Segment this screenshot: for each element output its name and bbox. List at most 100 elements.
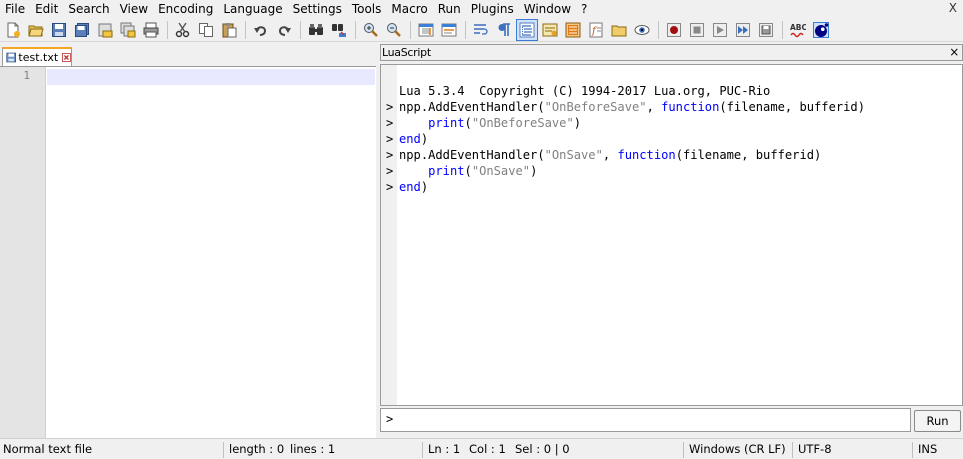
menu-plugins[interactable]: Plugins — [466, 0, 519, 18]
console-line: > npp.AddEventHandler("OnBeforeSave", fun… — [381, 99, 961, 115]
panel-title: LuaScript × — [380, 44, 963, 61]
run-button[interactable]: Run — [914, 410, 961, 432]
function-list-button[interactable]: f — [585, 19, 607, 41]
menu-close-button[interactable]: X — [949, 1, 957, 15]
word-wrap-button[interactable] — [470, 19, 492, 41]
replace-button[interactable] — [328, 19, 350, 41]
line-number-gutter: 1 — [0, 67, 46, 438]
print-button[interactable] — [140, 19, 162, 41]
toolbar-separator — [465, 20, 466, 39]
replace-icon — [332, 23, 346, 37]
code-text: ) — [530, 164, 538, 178]
record-macro-button[interactable] — [663, 19, 685, 41]
print-icon — [143, 22, 159, 37]
undo-button[interactable] — [250, 19, 272, 41]
menu-help[interactable]: ? — [576, 0, 592, 18]
show-all-chars-button[interactable] — [493, 19, 515, 41]
status-divider — [683, 442, 684, 458]
document-map-button[interactable] — [562, 19, 584, 41]
code-keyword: print — [428, 164, 465, 178]
show-all-chars-icon — [498, 22, 510, 36]
open-file-icon — [28, 25, 44, 36]
line-number: 1 — [23, 69, 30, 82]
save-button[interactable] — [48, 19, 70, 41]
copy-button[interactable] — [195, 19, 217, 41]
user-define-language-icon — [542, 23, 558, 36]
menu-edit[interactable]: Edit — [30, 0, 63, 18]
paste-button[interactable] — [218, 19, 240, 41]
menu-encoding[interactable]: Encoding — [153, 0, 218, 18]
menu-file[interactable]: File — [0, 0, 30, 18]
menu-search[interactable]: Search — [63, 0, 114, 18]
close-button[interactable] — [94, 19, 116, 41]
menu-run[interactable]: Run — [433, 0, 466, 18]
close-all-button[interactable] — [117, 19, 139, 41]
text-editor[interactable]: 1 — [0, 66, 376, 438]
menu-macro[interactable]: Macro — [386, 0, 432, 18]
document-map-icon — [565, 22, 581, 37]
run-macro-multiple-button[interactable] — [732, 19, 754, 41]
menu-window[interactable]: Window — [519, 0, 576, 18]
menu-language[interactable]: Language — [218, 0, 287, 18]
code-keyword: end — [399, 132, 421, 146]
save-all-button[interactable] — [71, 19, 93, 41]
console-prompt: > — [386, 132, 394, 146]
sync-horizontal-button[interactable] — [438, 19, 460, 41]
console-line: > print("OnSave") — [381, 163, 961, 179]
spell-check-button[interactable]: ABC — [787, 19, 809, 41]
code-string: "OnBeforeSave" — [471, 116, 574, 130]
lua-console-output[interactable]: Lua 5.3.4 Copyright (C) 1994-2017 Lua.or… — [380, 64, 963, 406]
status-mode[interactable]: INS — [918, 439, 937, 459]
code-text: , — [602, 148, 618, 162]
play-macro-button[interactable] — [709, 19, 731, 41]
code-keyword: function — [661, 100, 720, 114]
cut-button[interactable] — [172, 19, 194, 41]
monitoring-icon — [634, 24, 650, 35]
save-macro-button[interactable] — [755, 19, 777, 41]
play-macro-icon — [713, 22, 727, 37]
lua-command-input[interactable]: > — [380, 408, 911, 432]
zoom-out-button[interactable] — [383, 19, 405, 41]
status-encoding[interactable]: UTF-8 — [798, 439, 832, 459]
tab-test-txt[interactable]: test.txt — [2, 47, 72, 66]
new-file-button[interactable] — [2, 19, 24, 41]
zoom-out-icon — [387, 22, 401, 37]
code-text: npp.AddEventHandler( — [399, 148, 545, 162]
menu-tools[interactable]: Tools — [347, 0, 387, 18]
status-length: length : 0 — [229, 442, 285, 456]
code-text: ( — [464, 116, 472, 130]
toolbar-separator — [782, 20, 783, 39]
luascript-button[interactable] — [810, 19, 832, 41]
zoom-in-button[interactable] — [360, 19, 382, 41]
open-file-button[interactable] — [25, 19, 47, 41]
indent-guide-button[interactable] — [516, 18, 538, 41]
user-define-language-button[interactable] — [539, 19, 561, 41]
console-code: npp.AddEventHandler("OnSave", function(f… — [399, 147, 821, 163]
monitoring-button[interactable] — [631, 19, 653, 41]
save-icon — [52, 22, 66, 37]
close-all-icon — [120, 22, 136, 37]
menu-view[interactable]: View — [115, 0, 153, 18]
console-input-row: > Run — [380, 408, 963, 434]
code-text: ) — [420, 180, 429, 194]
panel-close-button[interactable]: × — [949, 45, 959, 60]
console-prompt: > — [386, 180, 394, 194]
status-eol[interactable]: Windows (CR LF) — [689, 439, 786, 459]
menu-bar: File Edit Search View Encoding Language Settin… — [0, 0, 963, 18]
folder-workspace-icon — [611, 25, 627, 36]
find-button[interactable] — [305, 19, 327, 41]
tab-close-icon[interactable] — [62, 52, 71, 63]
code-text: (filename, bufferid) — [719, 100, 865, 114]
folder-workspace-button[interactable] — [608, 19, 630, 41]
toolbar-separator — [245, 20, 246, 39]
sync-vertical-button[interactable] — [415, 19, 437, 41]
console-code: end) — [399, 179, 428, 195]
console-code: print("OnSave") — [399, 163, 537, 179]
redo-button[interactable] — [273, 19, 295, 41]
console-prompt: > — [386, 116, 394, 130]
stop-macro-button[interactable] — [686, 19, 708, 41]
console-line: > end) — [381, 179, 961, 195]
status-bar: Normal text file length : 0 lines : 1 Ln… — [0, 438, 963, 459]
function-list-icon: f — [589, 22, 603, 37]
menu-settings[interactable]: Settings — [288, 0, 347, 18]
